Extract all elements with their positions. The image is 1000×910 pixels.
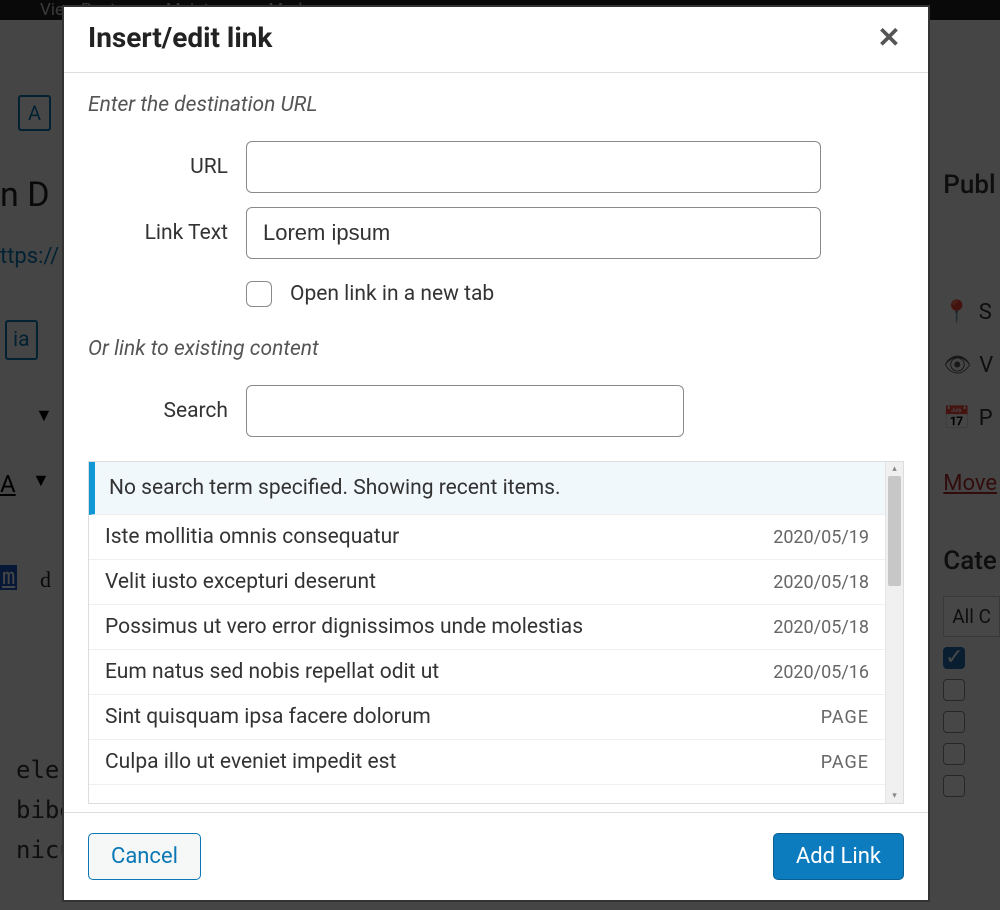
- section-destination-url: Enter the destination URL: [88, 93, 904, 117]
- url-row: URL: [88, 141, 904, 193]
- result-item[interactable]: Sint quisquam ipsa facere dolorum PAGE: [89, 695, 885, 740]
- result-item[interactable]: Iste mollitia omnis consequatur 2020/05/1…: [89, 515, 885, 560]
- result-title: Culpa illo ut eveniet impedit est: [105, 750, 396, 774]
- results-header: No search term specified. Showing recent…: [89, 462, 885, 515]
- result-item[interactable]: Culpa illo ut eveniet impedit est PAGE: [89, 740, 885, 785]
- results-list: No search term specified. Showing recent…: [89, 462, 885, 785]
- link-text-input[interactable]: [246, 207, 821, 259]
- new-tab-checkbox[interactable]: [246, 281, 272, 307]
- result-title: Iste mollitia omnis consequatur: [105, 525, 399, 549]
- result-date: 2020/05/19: [773, 527, 869, 548]
- dialog-header: Insert/edit link ✕: [64, 7, 928, 73]
- add-link-button[interactable]: Add Link: [773, 833, 904, 880]
- result-item[interactable]: Velit iusto excepturi deserunt 2020/05/18: [89, 560, 885, 605]
- scrollbar-thumb[interactable]: [888, 476, 901, 586]
- result-date: 2020/05/18: [773, 617, 869, 638]
- cancel-button[interactable]: Cancel: [88, 833, 201, 880]
- result-title: Eum natus sed nobis repellat odit ut: [105, 660, 439, 684]
- dialog-body: Enter the destination URL URL Link Text …: [64, 73, 928, 812]
- section-existing-content: Or link to existing content: [88, 337, 904, 361]
- url-input[interactable]: [246, 141, 821, 193]
- dialog-footer: Cancel Add Link: [64, 812, 928, 900]
- close-icon[interactable]: ✕: [874, 21, 904, 54]
- result-title: Sint quisquam ipsa facere dolorum: [105, 705, 431, 729]
- scrollbar[interactable]: [885, 462, 903, 803]
- result-item[interactable]: Eum natus sed nobis repellat odit ut 2020…: [89, 650, 885, 695]
- result-type-badge: PAGE: [821, 752, 869, 773]
- search-label: Search: [88, 399, 246, 423]
- result-title: Possimus ut vero error dignissimos unde …: [105, 615, 583, 639]
- link-text-row: Link Text: [88, 207, 904, 259]
- result-item[interactable]: Possimus ut vero error dignissimos unde …: [89, 605, 885, 650]
- results-panel: No search term specified. Showing recent…: [88, 461, 904, 804]
- search-row: Search: [88, 385, 904, 437]
- result-date: 2020/05/16: [773, 662, 869, 683]
- new-tab-row[interactable]: Open link in a new tab: [246, 281, 904, 307]
- url-label: URL: [88, 155, 246, 179]
- result-type-badge: PAGE: [821, 707, 869, 728]
- result-date: 2020/05/18: [773, 572, 869, 593]
- dialog-title: Insert/edit link: [88, 21, 272, 54]
- new-tab-label: Open link in a new tab: [290, 282, 494, 306]
- insert-link-dialog: Insert/edit link ✕ Enter the destination…: [62, 5, 930, 902]
- link-text-label: Link Text: [88, 221, 246, 245]
- result-title: Velit iusto excepturi deserunt: [105, 570, 376, 594]
- search-input[interactable]: [246, 385, 684, 437]
